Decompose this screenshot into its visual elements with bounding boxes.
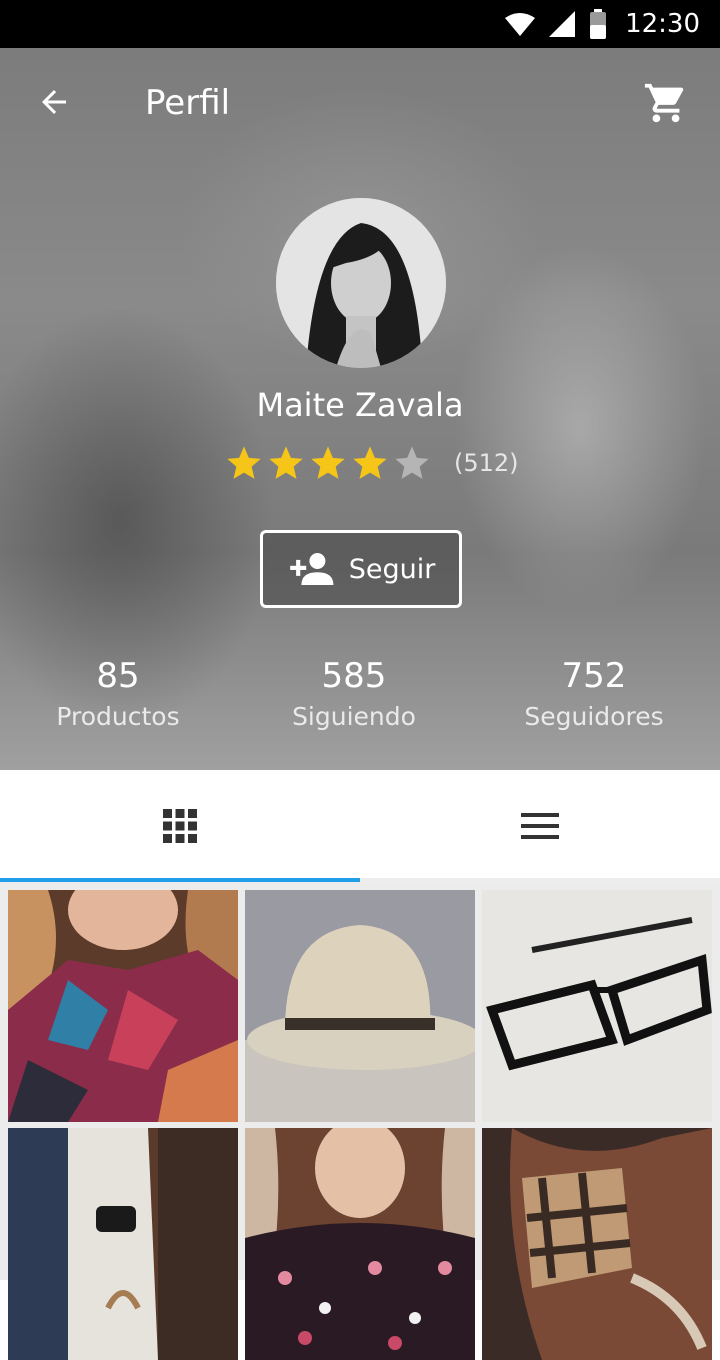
list-view-icon [521, 813, 559, 839]
profile-header: Perfil Maite Zavala (512) Seguir 85 Prod… [0, 48, 720, 770]
grid-view-icon [163, 809, 197, 843]
arrow-back-icon [42, 90, 66, 114]
cart-button[interactable] [638, 78, 694, 128]
back-button[interactable] [30, 78, 78, 126]
stat-value: 85 [96, 656, 140, 696]
stat-label: Siguiendo [292, 702, 416, 731]
product-tile-poncho[interactable] [8, 890, 238, 1122]
stat-value: 585 [321, 656, 387, 696]
product-grid [0, 882, 720, 1360]
product-tile-floral-dress[interactable] [245, 1128, 475, 1360]
star-icon [227, 446, 261, 479]
product-tile-glasses[interactable] [482, 890, 712, 1122]
profile-name: Maite Zavala [256, 386, 464, 424]
star-icon [311, 446, 345, 479]
shopping-cart-icon [644, 83, 684, 123]
status-time: 12:30 [625, 9, 700, 39]
stat-following[interactable]: 585 Siguiendo [244, 656, 464, 731]
wifi-icon [505, 12, 536, 36]
stat-label: Productos [56, 702, 180, 731]
stat-value: 752 [561, 656, 627, 696]
avatar[interactable] [276, 198, 446, 368]
status-bar: 12:30 [0, 0, 720, 48]
follow-button[interactable]: Seguir [260, 530, 462, 608]
battery-icon [589, 9, 607, 39]
product-tile-hat[interactable] [245, 890, 475, 1122]
product-tile-plaid-scarf[interactable] [482, 1128, 712, 1360]
stat-products[interactable]: 85 Productos [8, 656, 228, 731]
rating: (512) [224, 441, 519, 485]
signal-icon [549, 11, 576, 37]
stat-label: Seguidores [524, 702, 664, 731]
star-icon [269, 446, 303, 479]
page-title: Perfil [145, 83, 231, 123]
star-icon [353, 446, 387, 479]
star-empty-icon [395, 446, 429, 479]
rating-count: (512) [454, 449, 519, 477]
person-add-icon [289, 553, 334, 585]
stats-row: 85 Productos 585 Siguiendo 752 Seguidore… [0, 656, 720, 756]
tab-grid-view[interactable] [0, 770, 360, 882]
stat-followers[interactable]: 752 Seguidores [484, 656, 704, 731]
tab-list-view[interactable] [360, 770, 720, 882]
view-tabs [0, 770, 720, 882]
product-tile-watch[interactable] [8, 1128, 238, 1360]
app-bar: Perfil [0, 48, 720, 160]
follow-label: Seguir [348, 553, 436, 585]
